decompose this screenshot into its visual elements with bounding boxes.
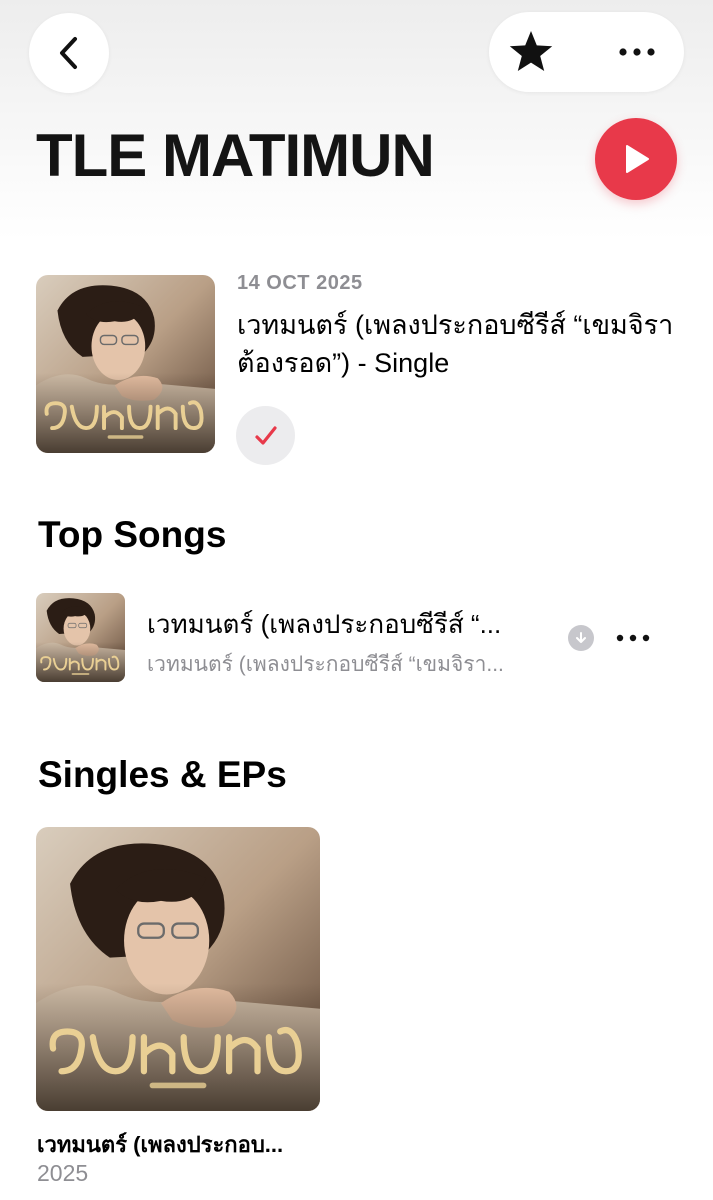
song-artwork [36,593,125,682]
single-year: 2025 [37,1160,89,1186]
chevron-left-icon [60,37,77,69]
arrow-down-icon [576,632,586,643]
album-cover-image [36,827,320,1111]
star-filled-icon [509,31,553,71]
more-options-button[interactable] [607,22,667,82]
artist-name: TLE MATIMUN [36,122,435,189]
top-songs-heading[interactable]: Top Songs [38,513,226,557]
play-icon [626,145,649,173]
header-actions [489,12,684,92]
song-more-button[interactable] [610,618,656,658]
latest-release-title[interactable]: เวทมนตร์ (เพลงประกอบซีรีส์ “เขมจิราต้องร… [237,306,677,382]
song-title[interactable]: เวทมนตร์ (เพลงประกอบซีรีส์ “... [147,604,542,645]
play-button[interactable] [595,118,677,200]
album-cover-image [36,593,125,682]
checkmark-icon [254,425,277,445]
ellipsis-icon [616,634,650,642]
download-icon[interactable] [568,625,594,651]
added-to-library-button[interactable] [236,406,295,465]
release-date: 14 OCT 2025 [237,272,363,294]
ellipsis-icon [619,48,655,56]
back-button[interactable] [29,13,109,93]
latest-release-artwork[interactable] [36,275,215,453]
album-cover-image [36,275,215,453]
single-artwork[interactable] [36,827,320,1111]
song-album: เวทมนตร์ (เพลงประกอบซีรีส์ “เขมจิรา... [147,653,504,676]
favorite-button[interactable] [501,22,561,82]
single-title[interactable]: เวทมนตร์ (เพลงประกอบ... [37,1127,337,1162]
singles-eps-heading[interactable]: Singles & EPs [38,753,287,797]
